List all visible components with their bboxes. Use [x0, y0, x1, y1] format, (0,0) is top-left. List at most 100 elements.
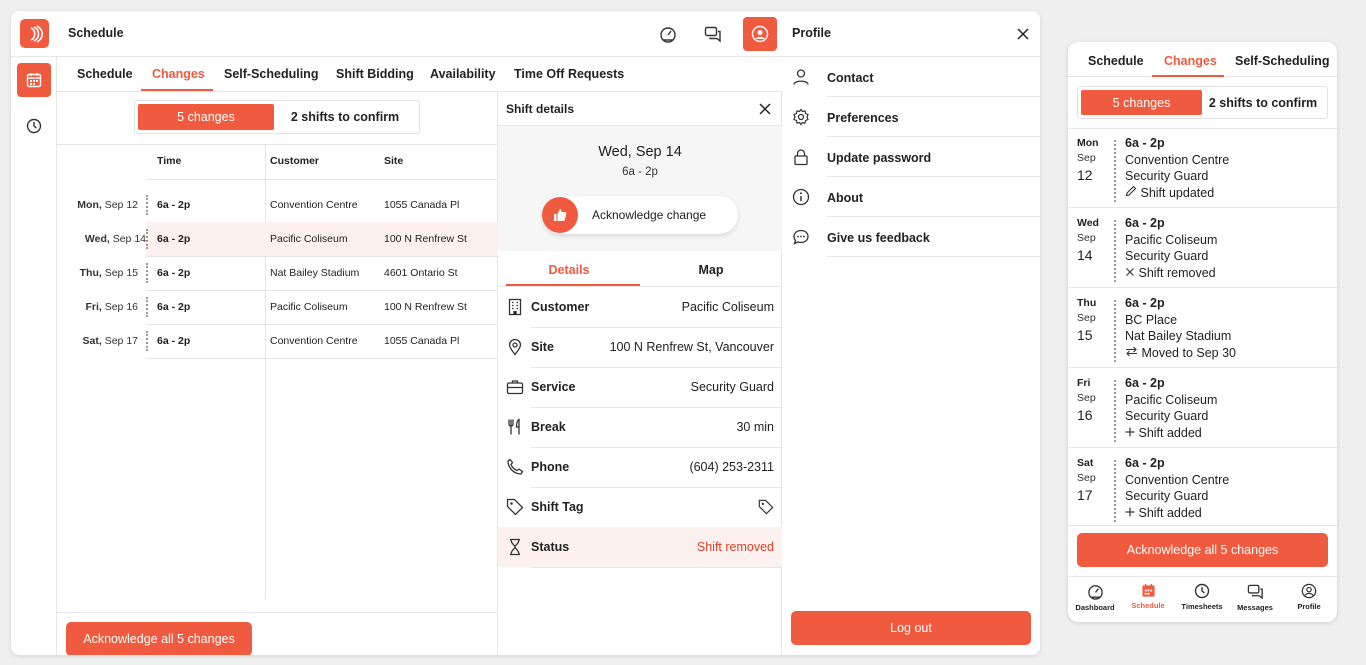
nav-profile[interactable]: Profile [1284, 583, 1334, 611]
messages-icon [1247, 584, 1263, 600]
row-customer: Convention Centre [270, 335, 358, 347]
plus-icon [1125, 507, 1135, 516]
card-customer: Convention Centre [1125, 152, 1230, 167]
row-customer: Nat Bailey Stadium [270, 267, 360, 279]
detail-label: Break [531, 420, 566, 434]
card-date: Mon Sep 12 [1077, 136, 1099, 185]
segment-5-changes[interactable]: 5 changes [138, 104, 274, 130]
card-dow: Sat [1077, 457, 1094, 469]
tab-self-scheduling[interactable]: Self-Scheduling [224, 67, 318, 81]
row-day: Thu, [79, 267, 102, 279]
change-card[interactable]: Mon Sep 12 6a - 2p Convention Centre Sec… [1068, 128, 1337, 208]
segment-shifts-to-confirm[interactable]: 2 shifts to confirm [274, 104, 416, 130]
nav-dashboard[interactable]: Dashboard [1070, 583, 1120, 612]
shift-details-pane: Shift details Wed, Sep 14 6a - 2p Acknow… [498, 92, 782, 655]
profile-item-label: Preferences [827, 111, 899, 125]
detail-row-shift-tag: Shift Tag [498, 487, 782, 527]
tab-map[interactable]: Map [640, 263, 782, 277]
profile-item-contact[interactable]: Contact [792, 57, 1040, 97]
row-time: 6a - 2p [157, 335, 191, 347]
row-date-cell: Wed, Sep 14 [57, 222, 146, 256]
acknowledge-change-label: Acknowledge change [592, 208, 707, 222]
bottom-nav: Dashboard Schedule Timesheets Messages P… [1068, 576, 1337, 622]
table-row[interactable]: Sat, Sep 17 6a - 2p Convention Centre 10… [57, 324, 498, 358]
nav-messages[interactable]: Messages [1230, 583, 1280, 612]
tab-schedule[interactable]: Schedule [1088, 54, 1144, 68]
messages-icon[interactable] [702, 23, 724, 45]
profile-item-update-password[interactable]: Update password [792, 137, 1040, 177]
table-row[interactable]: Thu, Sep 15 6a - 2p Nat Bailey Stadium 4… [57, 256, 498, 290]
app-logo[interactable] [20, 19, 49, 48]
tab-details[interactable]: Details [498, 263, 640, 277]
acknowledge-change-button[interactable]: Acknowledge change [542, 196, 738, 234]
tab-changes[interactable]: Changes [1164, 54, 1217, 68]
table-row[interactable]: Mon, Sep 12 6a - 2p Convention Centre 10… [57, 188, 498, 222]
info-icon [792, 188, 810, 206]
card-change: Shift added [1138, 425, 1202, 440]
phone-icon [507, 458, 524, 475]
nav-label: Schedule [1131, 601, 1165, 610]
change-card[interactable]: Fri Sep 16 6a - 2p Pacific Coliseum Secu… [1068, 368, 1337, 448]
change-card[interactable]: Wed Sep 14 6a - 2p Pacific Coliseum Secu… [1068, 208, 1337, 288]
row-site: 4601 Ontario St [384, 267, 458, 279]
tab-self-scheduling[interactable]: Self-Scheduling [1235, 54, 1329, 68]
row-date: Sep 16 [104, 301, 138, 313]
tab-changes[interactable]: Changes [152, 67, 205, 81]
acknowledge-all-button[interactable]: Acknowledge all 5 changes [1077, 533, 1328, 567]
row-customer: Convention Centre [270, 199, 358, 211]
card-day: 14 [1077, 247, 1093, 263]
thumbs-up-icon [542, 197, 578, 233]
row-site: 100 N Renfrew St [384, 233, 467, 245]
profile-item-feedback[interactable]: Give us feedback [792, 217, 1040, 257]
card-service: Security Guard [1125, 409, 1209, 423]
row-site: 1055 Canada Pl [384, 335, 460, 347]
column-header-time: Time [157, 155, 182, 167]
calendar-icon [1141, 583, 1155, 597]
table-row-selected[interactable]: 6a - 2p Pacific Coliseum 100 N Renfrew S… [146, 222, 498, 256]
divider [1068, 525, 1337, 526]
row-date: Sep 15 [104, 267, 138, 279]
card-month: Sep [1077, 392, 1096, 404]
tab-time-off-requests[interactable]: Time Off Requests [514, 67, 624, 81]
table-row[interactable]: Fri, Sep 16 6a - 2p Pacific Coliseum 100… [57, 290, 498, 324]
nav-timesheets[interactable]: Timesheets [1177, 583, 1227, 611]
row-day: Mon, [77, 199, 102, 211]
dashboard-icon[interactable] [657, 23, 679, 45]
nav-label: Messages [1237, 603, 1273, 612]
detail-row-phone: Phone (604) 253-2311 [498, 447, 782, 487]
profile-title: Profile [792, 26, 831, 40]
top-bar: Schedule [11, 11, 782, 57]
phone-link[interactable]: (604) 253-2311 [689, 460, 774, 474]
profile-item-about[interactable]: About [792, 177, 1040, 217]
card-month: Sep [1077, 312, 1096, 324]
segment-shifts-to-confirm[interactable]: 2 shifts to confirm [1202, 90, 1324, 115]
chat-bubble-icon [793, 229, 809, 245]
logout-button[interactable]: Log out [791, 611, 1031, 645]
timeline-dash [146, 229, 148, 249]
tab-shift-bidding[interactable]: Shift Bidding [336, 67, 414, 81]
change-card[interactable]: Sat Sep 17 6a - 2p Convention Centre Sec… [1068, 448, 1337, 528]
card-day: 16 [1077, 407, 1093, 423]
divider [827, 256, 1040, 257]
profile-header: Profile [782, 11, 1040, 57]
tag-icon[interactable] [758, 499, 774, 515]
tab-availability[interactable]: Availability [430, 67, 496, 81]
row-time: 6a - 2p [157, 267, 191, 279]
segment-5-changes[interactable]: 5 changes [1081, 90, 1202, 115]
dashboard-icon [1087, 585, 1103, 600]
timesheets-nav-button[interactable] [17, 109, 51, 143]
calendar-nav-button[interactable] [17, 63, 51, 97]
divider [57, 612, 498, 613]
profile-item-label: Contact [827, 71, 874, 85]
card-day: 17 [1077, 487, 1093, 503]
change-card[interactable]: Thu Sep 15 6a - 2p BC Place Nat Bailey S… [1068, 288, 1337, 368]
acknowledge-all-button[interactable]: Acknowledge all 5 changes [66, 622, 252, 655]
close-icon[interactable] [1017, 28, 1029, 40]
changes-segmented-control: 5 changes 2 shifts to confirm [134, 100, 420, 134]
profile-button[interactable] [743, 17, 777, 51]
profile-item-preferences[interactable]: Preferences [792, 97, 1040, 137]
close-icon[interactable] [759, 103, 771, 115]
tab-schedule[interactable]: Schedule [77, 67, 133, 81]
nav-schedule[interactable]: Schedule [1123, 583, 1173, 610]
timeline-dash [146, 195, 148, 215]
